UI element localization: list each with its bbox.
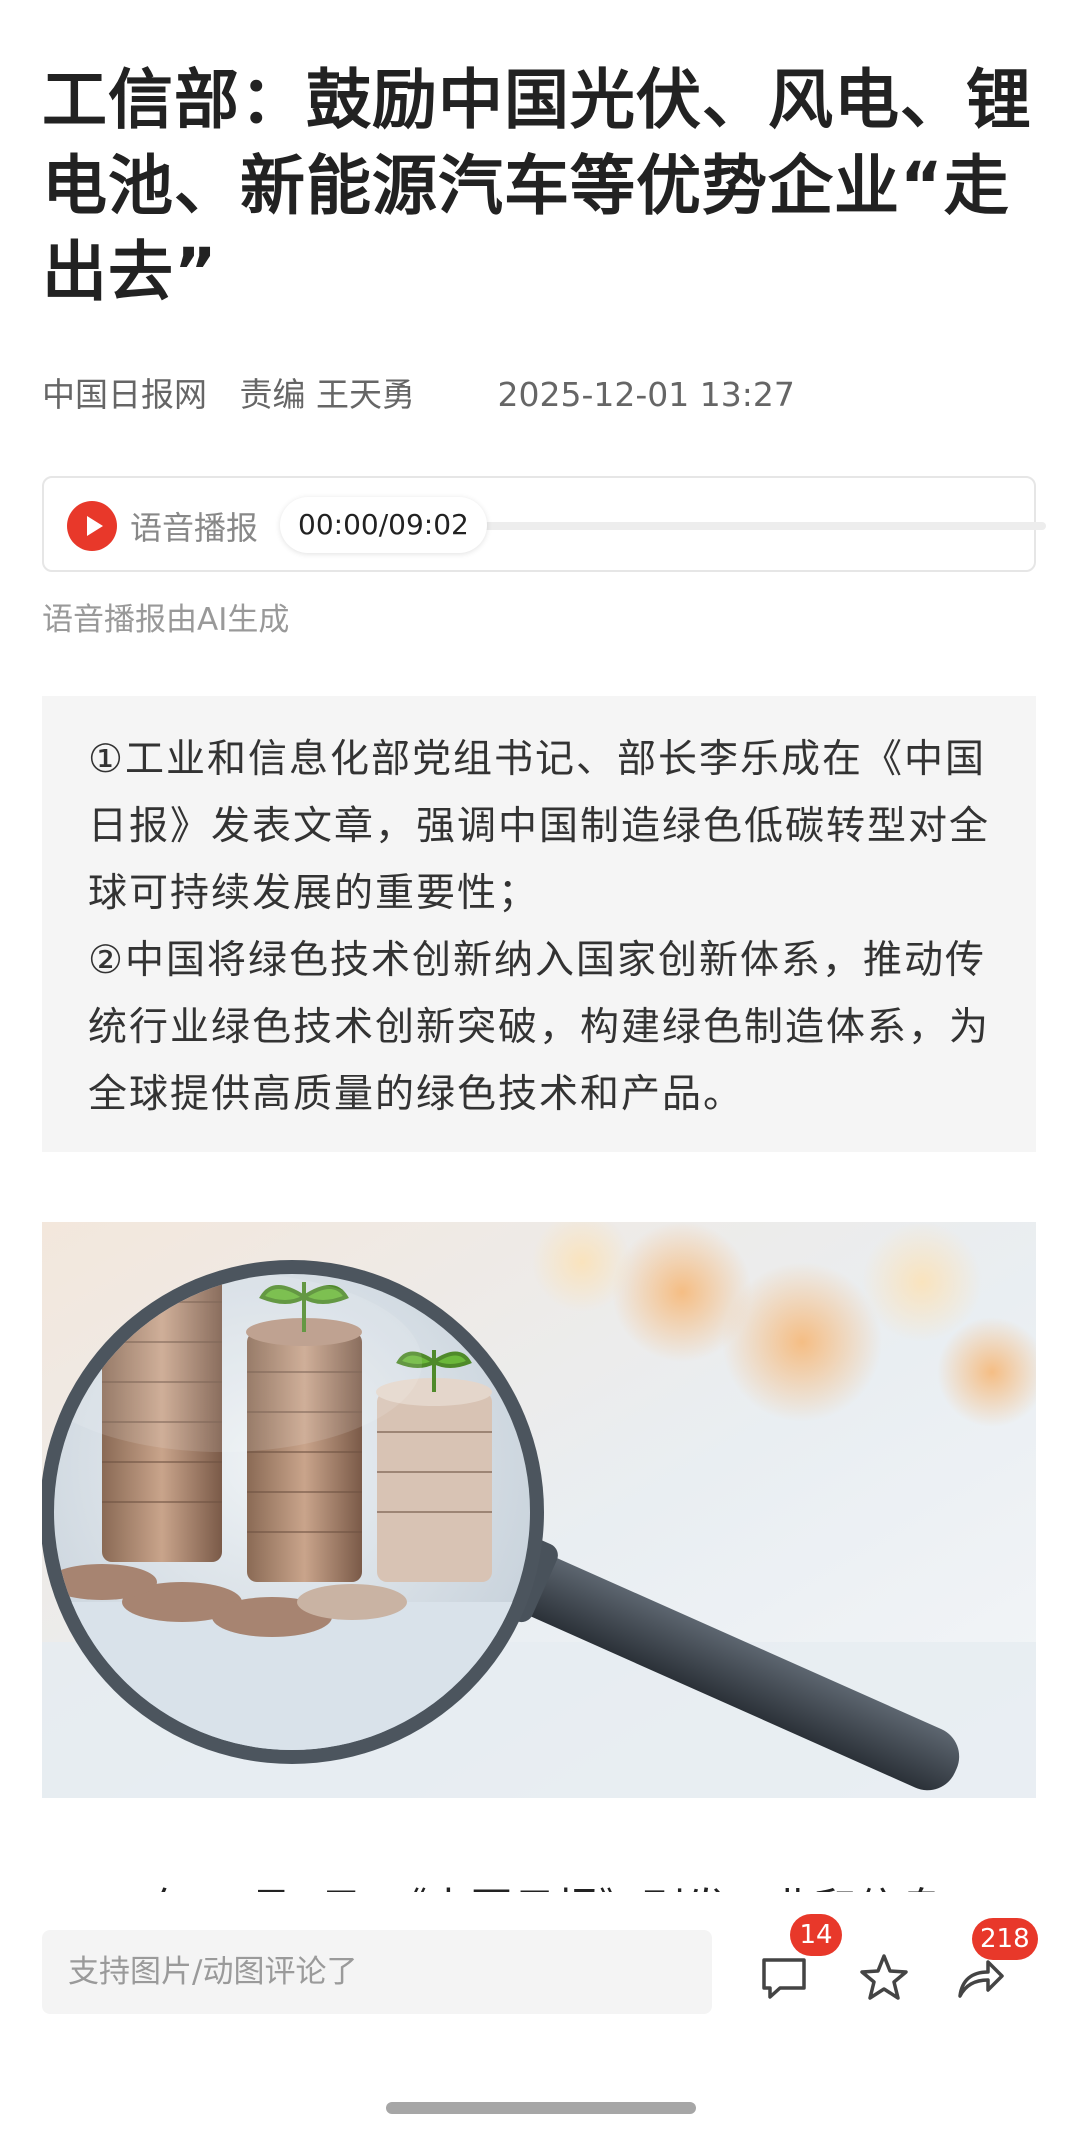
- summary-point-2: ②中国将绿色技术创新纳入国家创新体系，推动传统行业绿色技术创新突破，构建绿色制造…: [88, 938, 991, 1117]
- comment-icon: [762, 1958, 806, 1999]
- audio-time[interactable]: 00:00/09:02: [280, 497, 487, 553]
- article-source[interactable]: 中国日报网: [42, 368, 207, 416]
- article-title: 工信部：鼓励中国光伏、风电、锂电池、新能源汽车等优势企业“走出去”: [42, 63, 1033, 310]
- audio-progress-track[interactable]: [448, 522, 1046, 530]
- play-icon: [87, 516, 103, 536]
- audio-label: 语音播报: [130, 509, 259, 547]
- hero-image[interactable]: [42, 1222, 1036, 1798]
- play-button[interactable]: [67, 501, 117, 551]
- favorite-button[interactable]: [856, 1950, 912, 2006]
- share-count-badge: 218: [972, 1918, 1038, 1960]
- audio-player: 语音播报 00:00/09:02: [42, 476, 1046, 572]
- comment-count-badge: 14: [790, 1914, 842, 1956]
- article-datetime: 2025-12-01 13:27: [497, 375, 795, 414]
- bottom-action-bar: 支持图片/动图评论了 14 218: [0, 1892, 1080, 2132]
- magnifier-coins-illustration: [42, 1222, 1036, 1798]
- star-icon: [860, 1954, 908, 2000]
- home-indicator[interactable]: [386, 2102, 696, 2114]
- audio-ai-note: 语音播报由AI生成: [42, 602, 290, 638]
- article-summary: ①工业和信息化部党组书记、部长李乐成在《中国日报》发表文章，强调中国制造绿色低碳…: [42, 696, 1036, 1152]
- article-meta: 中国日报网 责编 王天勇 2025-12-01 13:27: [42, 368, 795, 416]
- comment-input[interactable]: 支持图片/动图评论了: [42, 1930, 712, 2014]
- article-editor: 责编 王天勇: [239, 375, 416, 414]
- comment-button[interactable]: [756, 1950, 812, 2006]
- summary-point-1: ①工业和信息化部党组书记、部长李乐成在《中国日报》发表文章，强调中国制造绿色低碳…: [88, 737, 991, 916]
